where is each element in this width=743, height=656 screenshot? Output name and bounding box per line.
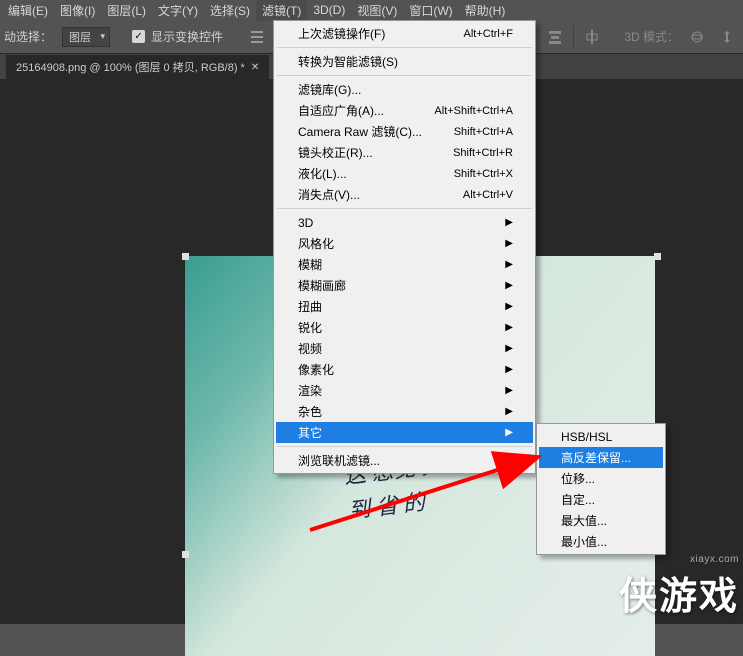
menu-last-filter[interactable]: 上次滤镜操作(F) Alt+Ctrl+F: [276, 23, 533, 44]
submenu-arrow-icon: ▶: [505, 385, 513, 396]
align-icon[interactable]: [245, 26, 269, 48]
menu-adaptive-wide[interactable]: 自适应广角(A)...Alt+Shift+Ctrl+A: [276, 100, 533, 121]
menu-3d[interactable]: 3D(D): [307, 1, 351, 19]
menu-lens-correction[interactable]: 镜头校正(R)...Shift+Ctrl+R: [276, 142, 533, 163]
watermark: xiayx.com 侠游戏: [619, 554, 739, 620]
menu-other[interactable]: 其它▶: [276, 422, 533, 443]
watermark-url: xiayx.com: [619, 554, 739, 565]
transform-handle-ml[interactable]: [182, 551, 189, 558]
submenu-arrow-icon: ▶: [505, 322, 513, 333]
filter-menu: 上次滤镜操作(F) Alt+Ctrl+F 转换为智能滤镜(S) 滤镜库(G)..…: [273, 20, 536, 474]
submenu-hsb-hsl[interactable]: HSB/HSL: [539, 426, 663, 447]
menu-browse-online[interactable]: 浏览联机滤镜...: [276, 450, 533, 471]
menu-camera-raw[interactable]: Camera Raw 滤镜(C)...Shift+Ctrl+A: [276, 121, 533, 142]
menu-convert-smart-label: 转换为智能滤镜(S): [298, 53, 398, 70]
menu-noise[interactable]: 杂色▶: [276, 401, 533, 422]
menu-filter-gallery[interactable]: 滤镜库(G)...: [276, 79, 533, 100]
menu-layer[interactable]: 图层(L): [101, 0, 152, 21]
submenu-custom[interactable]: 自定...: [539, 489, 663, 510]
menu-filter[interactable]: 滤镜(T): [256, 0, 307, 21]
show-transform-label: 显示变换控件: [151, 28, 223, 45]
submenu-high-pass[interactable]: 高反差保留...: [539, 447, 663, 468]
submenu-arrow-icon: ▶: [505, 259, 513, 270]
submenu-minimum[interactable]: 最小值...: [539, 531, 663, 552]
document-tab[interactable]: 25164908.png @ 100% (图层 0 拷贝, RGB/8) * ✕: [6, 55, 269, 79]
document-tab-title: 25164908.png @ 100% (图层 0 拷贝, RGB/8) *: [16, 59, 245, 75]
menu-separator: [277, 208, 532, 209]
menu-type[interactable]: 文字(Y): [152, 0, 204, 21]
menu-last-filter-label: 上次滤镜操作(F): [298, 25, 385, 42]
watermark-text: 侠游戏: [619, 565, 739, 620]
close-tab-icon[interactable]: ✕: [251, 62, 259, 73]
submenu-arrow-icon: ▶: [505, 406, 513, 417]
menu-sharpen[interactable]: 锐化▶: [276, 317, 533, 338]
menu-edit[interactable]: 编辑(E): [2, 0, 54, 21]
menu-video[interactable]: 视频▶: [276, 338, 533, 359]
menu-help[interactable]: 帮助(H): [459, 0, 512, 21]
menubar: 编辑(E) 图像(I) 图层(L) 文字(Y) 选择(S) 滤镜(T) 3D(D…: [0, 0, 743, 20]
distribute-v-icon[interactable]: [543, 26, 567, 48]
orbit-3d-icon[interactable]: [685, 26, 709, 48]
menu-blur-gallery[interactable]: 模糊画廊▶: [276, 275, 533, 296]
transform-handle-tl[interactable]: [182, 253, 189, 260]
menu-distort[interactable]: 扭曲▶: [276, 296, 533, 317]
menu-last-filter-shortcut: Alt+Ctrl+F: [463, 28, 513, 40]
other-submenu: HSB/HSL 高反差保留... 位移... 自定... 最大值... 最小值.…: [536, 423, 666, 555]
transform-handle-tr[interactable]: [654, 253, 661, 260]
menu-convert-smart[interactable]: 转换为智能滤镜(S): [276, 51, 533, 72]
menu-vanishing-point[interactable]: 消失点(V)...Alt+Ctrl+V: [276, 184, 533, 205]
menu-render[interactable]: 渲染▶: [276, 380, 533, 401]
pan-3d-icon[interactable]: [715, 26, 739, 48]
menu-liquify[interactable]: 液化(L)...Shift+Ctrl+X: [276, 163, 533, 184]
menu-3d-filters[interactable]: 3D▶: [276, 212, 533, 233]
menu-separator: [277, 75, 532, 76]
submenu-arrow-icon: ▶: [505, 217, 513, 228]
menu-stylize[interactable]: 风格化▶: [276, 233, 533, 254]
menu-view[interactable]: 视图(V): [351, 0, 403, 21]
menu-select[interactable]: 选择(S): [204, 0, 256, 21]
submenu-arrow-icon: ▶: [505, 343, 513, 354]
menu-blur[interactable]: 模糊▶: [276, 254, 533, 275]
auto-select-dropdown[interactable]: 图层: [62, 27, 110, 47]
menu-separator: [277, 47, 532, 48]
align-center-icon[interactable]: [580, 26, 604, 48]
submenu-arrow-icon: ▶: [505, 427, 513, 438]
show-transform-checkbox[interactable]: ✓: [132, 30, 145, 43]
auto-select-label: 动选择：: [4, 28, 56, 45]
submenu-offset[interactable]: 位移...: [539, 468, 663, 489]
mode-3d-label: 3D 模式：: [624, 28, 679, 45]
menu-image[interactable]: 图像(I): [54, 0, 101, 21]
menu-separator: [277, 446, 532, 447]
submenu-arrow-icon: ▶: [505, 364, 513, 375]
submenu-maximum[interactable]: 最大值...: [539, 510, 663, 531]
menu-window[interactable]: 窗口(W): [403, 0, 458, 21]
menu-pixelate[interactable]: 像素化▶: [276, 359, 533, 380]
submenu-arrow-icon: ▶: [505, 238, 513, 249]
submenu-arrow-icon: ▶: [505, 301, 513, 312]
submenu-arrow-icon: ▶: [505, 280, 513, 291]
